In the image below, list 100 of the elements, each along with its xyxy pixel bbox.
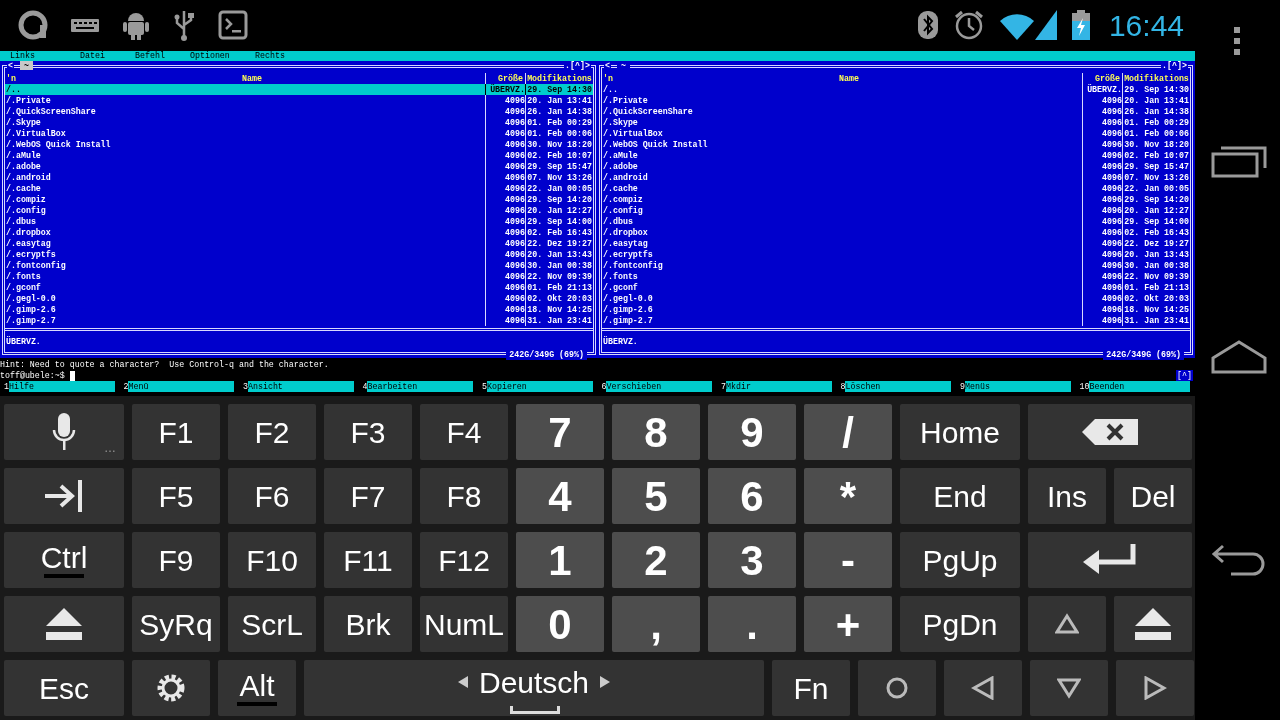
keyboard-key[interactable]: 1 (516, 532, 604, 588)
panel-corner-mark[interactable]: .[^]> (1161, 61, 1188, 70)
keyboard-key[interactable]: F1 (132, 404, 220, 460)
keyboard-key[interactable]: F12 (420, 532, 508, 588)
keyboard-key[interactable]: F9 (132, 532, 220, 588)
column-header[interactable]: Modifikations (1122, 73, 1190, 84)
file-size: 4096 (1082, 150, 1122, 161)
right-triangle-icon (599, 675, 612, 689)
keyboard-key[interactable]: Del (1114, 468, 1192, 524)
menu-item[interactable]: Optionen (190, 51, 255, 61)
keyboard-key[interactable]: 0 (516, 596, 604, 652)
keyboard-key[interactable]: , (612, 596, 700, 652)
file-size: 4096 (1082, 161, 1122, 172)
keyboard-key[interactable]: 7 (516, 404, 604, 460)
overflow-menu-icon[interactable] (1233, 26, 1241, 56)
file-name: /.gconf (5, 282, 42, 293)
modifier-key[interactable]: Alt (218, 660, 296, 716)
keyboard-key[interactable]: PgUp (900, 532, 1020, 588)
circle-key[interactable] (858, 660, 936, 716)
file-name: /.QuickScreenShare (5, 106, 97, 117)
file-date: 30. Jan 00:38 (525, 260, 593, 271)
keyboard-key[interactable]: 5 (612, 468, 700, 524)
keyboard-key[interactable]: 4 (516, 468, 604, 524)
tab-key[interactable] (4, 468, 124, 524)
file-name: /.QuickScreenShare (602, 106, 694, 117)
keyboard-key[interactable]: Home (900, 404, 1020, 460)
file-date: 02. Okt 20:03 (525, 293, 593, 304)
keyboard-key[interactable]: * (804, 468, 892, 524)
keyboard-key[interactable]: 9 (708, 404, 796, 460)
enter-key[interactable] (1028, 532, 1192, 588)
column-header[interactable]: 'n (5, 73, 19, 84)
panel-corner-mark[interactable]: .[^]> (564, 61, 591, 70)
keyboard-key[interactable]: Ins (1028, 468, 1106, 524)
shift-key[interactable] (1114, 596, 1192, 652)
file-size: 4096 (1082, 271, 1122, 282)
left-key[interactable] (944, 660, 1022, 716)
file-name: /.VirtualBox (602, 128, 664, 139)
keyboard-key[interactable]: F7 (324, 468, 412, 524)
keyboard-key[interactable]: NumL (420, 596, 508, 652)
back-icon[interactable] (1211, 542, 1267, 578)
corner-mark[interactable]: [^] (1176, 370, 1193, 381)
file-name: /.ecryptfs (5, 249, 57, 260)
file-size: 4096 (485, 249, 525, 260)
keyboard-key[interactable]: SyRq (132, 596, 220, 652)
file-name: /.Skype (602, 117, 639, 128)
right-key[interactable] (1116, 660, 1194, 716)
keyboard-key[interactable]: ScrL (228, 596, 316, 652)
keyboard-key[interactable]: 2 (612, 532, 700, 588)
file-date: 26. Jan 14:38 (525, 106, 593, 117)
column-header[interactable]: 'n (602, 73, 616, 84)
panel-corner-mark[interactable]: < (7, 61, 14, 70)
file-date: 02. Feb 10:07 (525, 150, 593, 161)
file-date: 26. Jan 14:38 (1122, 106, 1190, 117)
home-icon[interactable] (1211, 338, 1267, 374)
keyboard-key[interactable]: Esc (4, 660, 124, 716)
keyboard-key[interactable]: F2 (228, 404, 316, 460)
panel-corner-mark[interactable]: < (604, 61, 611, 70)
file-date: 29. Sep 14:00 (525, 216, 593, 227)
column-header[interactable]: Name (616, 73, 1082, 84)
keyboard-key[interactable]: / (804, 404, 892, 460)
modifier-key[interactable]: Ctrl (4, 532, 124, 588)
keyboard-key[interactable]: 6 (708, 468, 796, 524)
keyboard-key[interactable]: End (900, 468, 1020, 524)
keyboard-key[interactable]: PgDn (900, 596, 1020, 652)
keyboard-key[interactable]: F10 (228, 532, 316, 588)
keyboard-key[interactable]: Brk (324, 596, 412, 652)
file-name: /.config (5, 205, 47, 216)
selected-row[interactable]: /.. ÜBERVZ. 29. Sep 14:30 (5, 84, 593, 95)
down-key[interactable] (1030, 660, 1108, 716)
menu-item[interactable]: Datei (80, 51, 135, 61)
backspace-key[interactable] (1028, 404, 1192, 460)
keyboard-key[interactable]: F4 (420, 404, 508, 460)
keyboard-key[interactable]: - (804, 532, 892, 588)
file-size: ÜBERVZ. (1082, 84, 1122, 95)
settings-key[interactable] (132, 660, 210, 716)
file-date: 01. Feb 00:06 (1122, 128, 1190, 139)
menu-item[interactable]: Links (10, 51, 80, 61)
column-header[interactable]: Name (19, 73, 485, 84)
keyboard-key[interactable]: + (804, 596, 892, 652)
file-date: 01. Feb 21:13 (525, 282, 593, 293)
keyboard-key[interactable]: F8 (420, 468, 508, 524)
keyboard-key[interactable]: F3 (324, 404, 412, 460)
up-key[interactable] (1028, 596, 1106, 652)
file-date: 01. Feb 00:29 (525, 117, 593, 128)
keyboard-key[interactable]: 3 (708, 532, 796, 588)
column-header[interactable]: Größe (1082, 73, 1122, 84)
menu-item[interactable]: Befehl (135, 51, 190, 61)
panel-path[interactable]: ~ (617, 61, 630, 70)
keyboard-key[interactable]: F11 (324, 532, 412, 588)
menu-item[interactable]: Rechts (255, 51, 315, 61)
battery-icon (1070, 9, 1091, 41)
keyboard-key[interactable]: Fn (772, 660, 850, 716)
keyboard-key[interactable]: F5 (132, 468, 220, 524)
space-key[interactable]: Deutsch (304, 660, 764, 716)
keyboard-key[interactable]: . (708, 596, 796, 652)
keyboard-key[interactable]: F6 (228, 468, 316, 524)
microphone-key[interactable]: … (4, 404, 124, 460)
keyboard-key[interactable]: 8 (612, 404, 700, 460)
panel-path[interactable]: ~ (20, 61, 33, 70)
shift-key[interactable] (4, 596, 124, 652)
